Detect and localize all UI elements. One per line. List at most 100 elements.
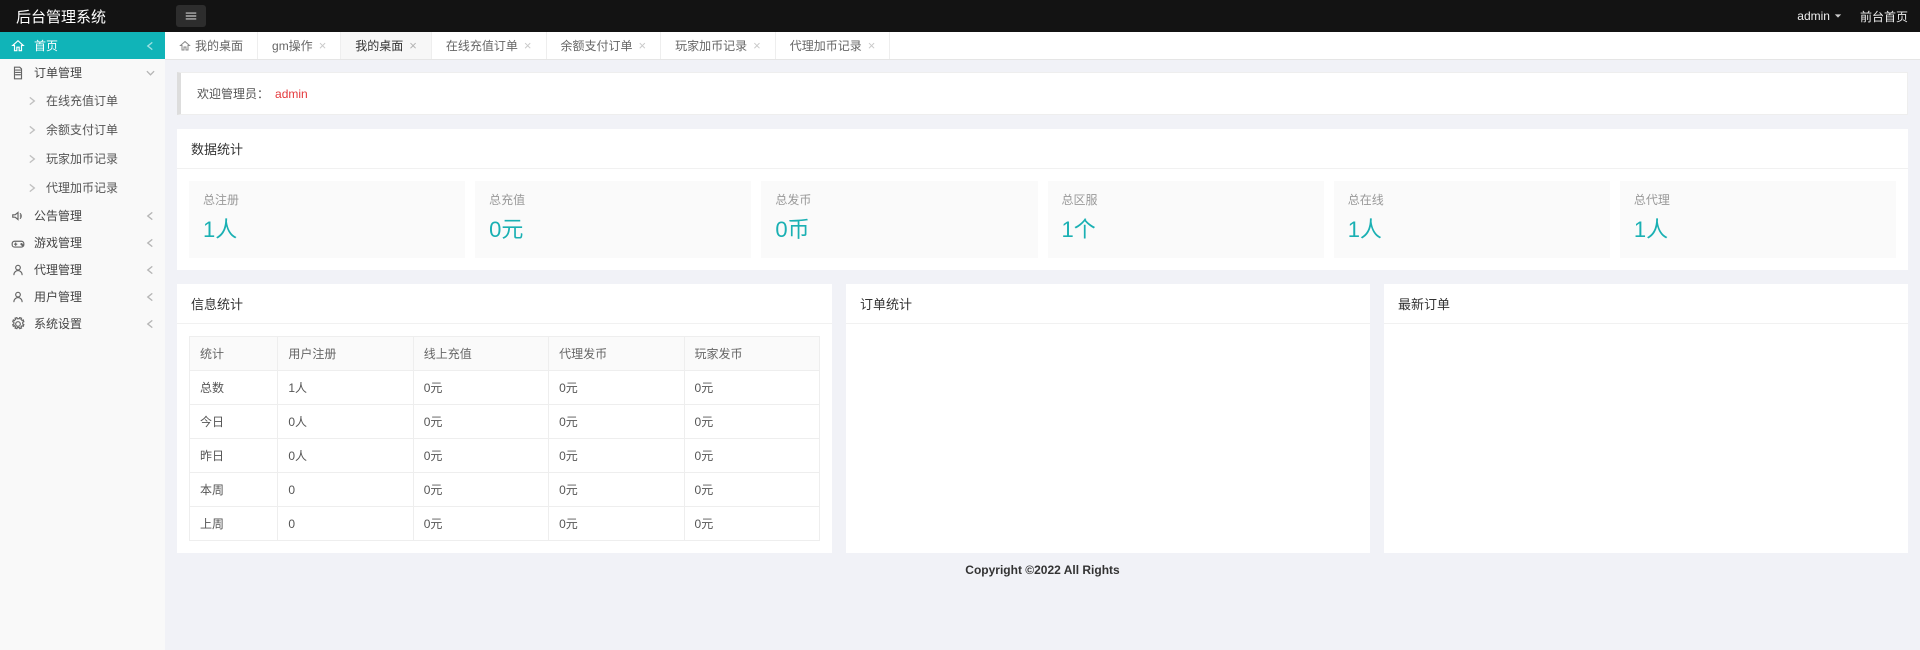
- table-cell: 0元: [413, 507, 548, 541]
- tab-label: 余额支付订单: [561, 37, 633, 54]
- tab-label: 在线充值订单: [446, 37, 518, 54]
- brand-title: 后台管理系统: [12, 6, 106, 27]
- chevron-right-icon: [28, 154, 38, 164]
- sidebar-item-label: 用户管理: [34, 288, 82, 305]
- table-cell: 今日: [190, 405, 278, 439]
- sidebar-item-label: 首页: [34, 37, 58, 54]
- sidebar-subitem[interactable]: 玩家加币记录: [0, 144, 165, 173]
- menu-icon: [184, 9, 198, 23]
- order-stats-title: 订单统计: [846, 284, 1370, 324]
- tab-home[interactable]: 我的桌面: [165, 32, 258, 59]
- table-cell: 0人: [278, 439, 413, 473]
- stat-card: 总发币0币: [761, 181, 1037, 258]
- sidebar-item[interactable]: 订单管理: [0, 59, 165, 86]
- table-row: 今日0人0元0元0元: [190, 405, 820, 439]
- table-cell: 0元: [549, 507, 684, 541]
- stat-label: 总充值: [489, 191, 737, 208]
- chevron-left-icon: [146, 319, 155, 329]
- sidebar-item-label: 订单管理: [34, 64, 82, 81]
- footer-copyright: Copyright ©2022 All Rights: [177, 553, 1908, 587]
- latest-orders-title: 最新订单: [1384, 284, 1908, 324]
- frontend-link[interactable]: 前台首页: [1860, 8, 1908, 25]
- table-cell: 0元: [684, 371, 819, 405]
- sidebar-subitem-label: 在线充值订单: [46, 92, 118, 109]
- home-icon: [10, 39, 26, 53]
- sidebar-item[interactable]: 代理管理: [0, 256, 165, 283]
- table-cell: 0: [278, 473, 413, 507]
- table-cell: 总数: [190, 371, 278, 405]
- tab[interactable]: 代理加币记录×: [776, 32, 891, 59]
- sidebar-item[interactable]: 首页: [0, 32, 165, 59]
- close-icon[interactable]: ×: [409, 38, 417, 53]
- table-cell: 0: [278, 507, 413, 541]
- stat-card: 总在线1人: [1334, 181, 1610, 258]
- user-name: admin: [1797, 9, 1830, 23]
- menu-toggle-button[interactable]: [176, 5, 206, 27]
- close-icon[interactable]: ×: [524, 38, 532, 53]
- sidebar-subitem-label: 代理加币记录: [46, 179, 118, 196]
- welcome-alert: 欢迎管理员：admin: [177, 72, 1908, 115]
- table-row: 本周00元0元0元: [190, 473, 820, 507]
- gear-icon: [10, 317, 26, 331]
- table-header: 玩家发币: [684, 337, 819, 371]
- close-icon[interactable]: ×: [639, 38, 647, 53]
- latest-orders-panel: 最新订单: [1384, 284, 1908, 553]
- tab[interactable]: 玩家加币记录×: [661, 32, 776, 59]
- welcome-prefix: 欢迎管理员：: [197, 87, 269, 101]
- tab-label: gm操作: [272, 37, 313, 54]
- top-bar: 后台管理系统 admin 前台首页: [0, 0, 1920, 32]
- tabs-bar: 我的桌面gm操作×我的桌面×在线充值订单×余额支付订单×玩家加币记录×代理加币记…: [165, 32, 1920, 60]
- close-icon[interactable]: ×: [868, 38, 876, 53]
- chevron-down-icon: [146, 68, 155, 78]
- table-cell: 0元: [413, 371, 548, 405]
- sidebar-subitem[interactable]: 余额支付订单: [0, 115, 165, 144]
- sidebar-item[interactable]: 系统设置: [0, 310, 165, 337]
- stat-value: 0元: [489, 212, 737, 244]
- table-row: 昨日0人0元0元0元: [190, 439, 820, 473]
- stats-cards-row: 总注册1人总充值0元总发币0币总区服1个总在线1人总代理1人: [189, 181, 1896, 258]
- tab-label: 我的桌面: [355, 37, 403, 54]
- tab[interactable]: 在线充值订单 ×: [432, 32, 547, 59]
- table-cell: 昨日: [190, 439, 278, 473]
- tab[interactable]: 余额支付订单 ×: [547, 32, 662, 59]
- table-header: 线上充值: [413, 337, 548, 371]
- sidebar-item-label: 游戏管理: [34, 234, 82, 251]
- table-header: 代理发币: [549, 337, 684, 371]
- chevron-right-icon: [28, 96, 38, 106]
- table-cell: 0元: [549, 405, 684, 439]
- home-icon: [179, 40, 191, 52]
- table-cell: 0人: [278, 405, 413, 439]
- table-cell: 本周: [190, 473, 278, 507]
- table-cell: 0元: [413, 405, 548, 439]
- stat-value: 1人: [203, 212, 451, 244]
- sidebar-item[interactable]: 公告管理: [0, 202, 165, 229]
- sidebar-subitem-label: 玩家加币记录: [46, 150, 118, 167]
- table-cell: 1人: [278, 371, 413, 405]
- table-cell: 0元: [684, 439, 819, 473]
- sidebar-subitem[interactable]: 在线充值订单: [0, 86, 165, 115]
- stat-label: 总注册: [203, 191, 451, 208]
- stat-card: 总区服1个: [1048, 181, 1324, 258]
- doc-icon: [10, 66, 26, 80]
- stat-value: 1个: [1062, 212, 1310, 244]
- user-icon: [10, 290, 26, 304]
- stat-card: 总充值 0元: [475, 181, 751, 258]
- chevron-right-icon: [28, 125, 38, 135]
- table-cell: 0元: [684, 473, 819, 507]
- chevron-left-icon: [146, 41, 155, 51]
- stats-panel: 数据统计 总注册1人总充值0元总发币0币总区服1个总在线1人总代理1人: [177, 129, 1908, 270]
- user-dropdown[interactable]: admin: [1797, 9, 1842, 23]
- stat-label: 总发币: [775, 191, 1023, 208]
- table-header: 统计: [190, 337, 278, 371]
- tab[interactable]: 我的桌面 ×: [341, 32, 432, 59]
- close-icon[interactable]: ×: [319, 38, 327, 53]
- close-icon[interactable]: ×: [753, 38, 761, 53]
- sidebar-item[interactable]: 用户管理: [0, 283, 165, 310]
- user-icon: [10, 263, 26, 277]
- sidebar-item[interactable]: 游戏管理: [0, 229, 165, 256]
- tab[interactable]: gm操作 ×: [258, 32, 341, 59]
- chevron-left-icon: [146, 265, 155, 275]
- table-row: 上周00元0元0元: [190, 507, 820, 541]
- table-cell: 0元: [549, 439, 684, 473]
- sidebar-subitem[interactable]: 代理加币记录: [0, 173, 165, 202]
